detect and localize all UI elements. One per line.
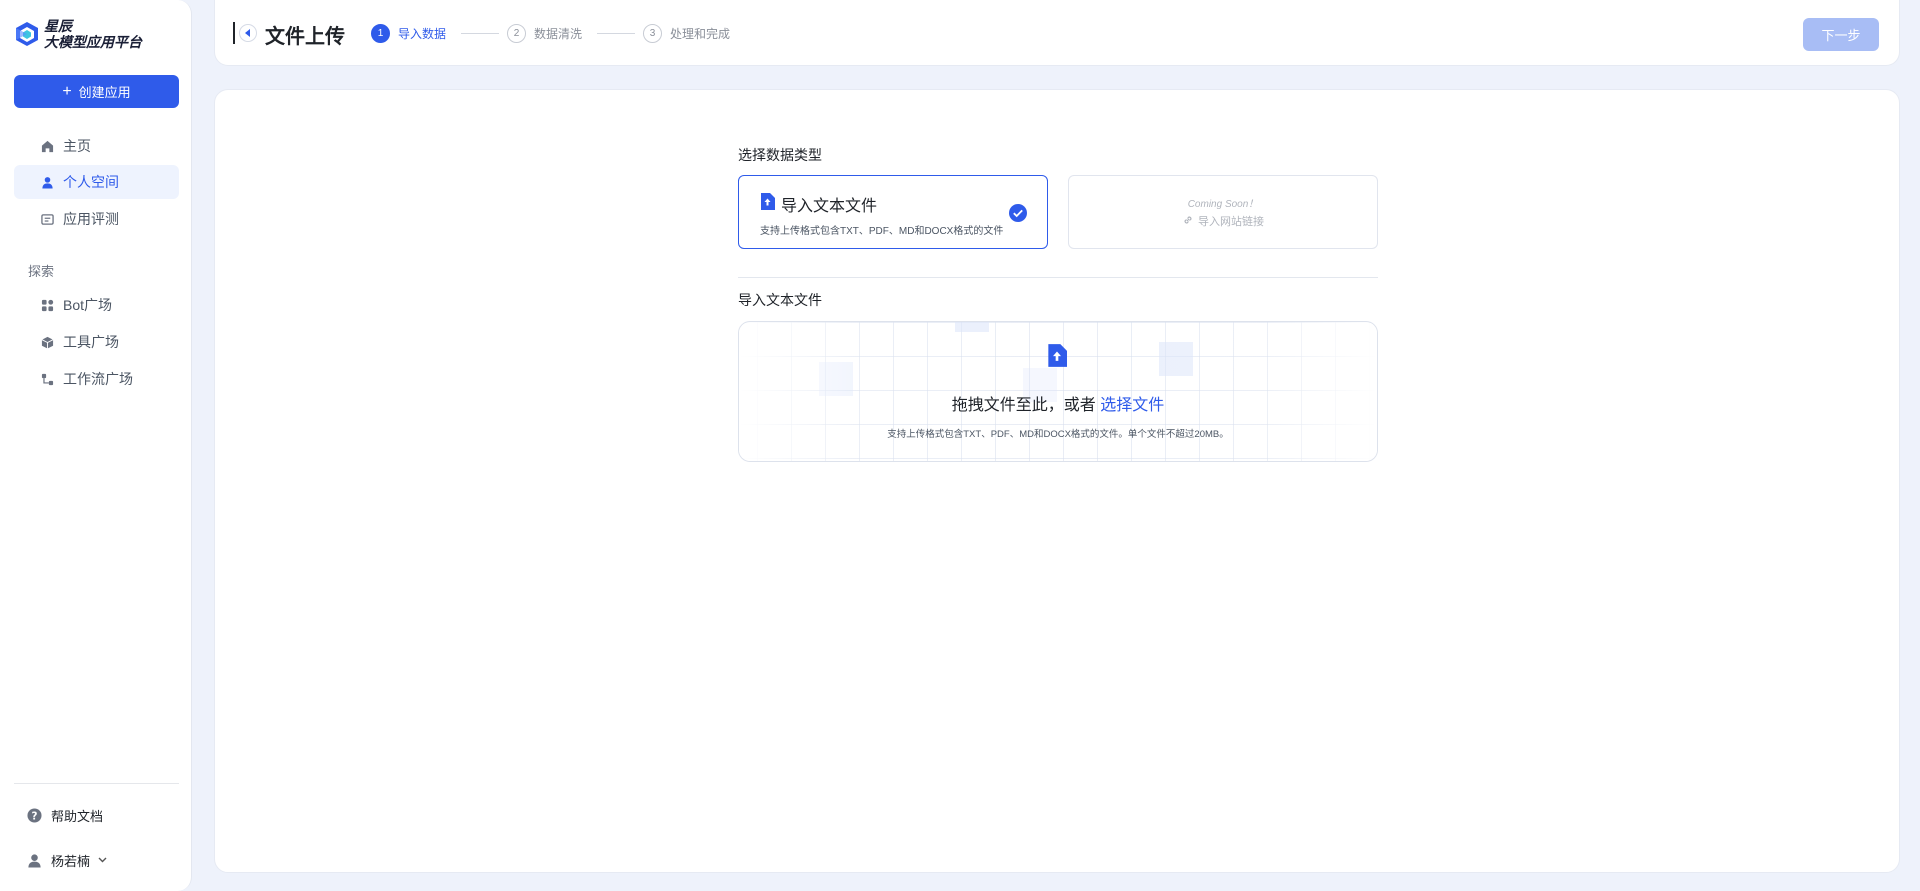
sidebar-item-label: 工具广场 — [63, 334, 119, 350]
import-text-file-label: 导入文本文件 — [738, 292, 822, 308]
user-icon — [40, 175, 54, 189]
step-connector — [597, 33, 635, 34]
logo-text: 星辰 大模型应用平台 — [44, 18, 142, 50]
file-upload-icon — [760, 193, 775, 215]
sidebar-item-label: Bot广场 — [63, 297, 113, 313]
dropzone-hint: 支持上传格式包含TXT、PDF、MD和DOCX格式的文件。单个文件不超过20MB… — [887, 429, 1229, 440]
create-app-label: 创建应用 — [78, 85, 131, 100]
user-menu[interactable]: 杨若楠 — [26, 851, 107, 870]
logo[interactable]: 星辰 大模型应用平台 — [14, 18, 142, 50]
help-icon: ? — [26, 808, 42, 824]
website-link-card-title-text: 导入网站链接 — [1198, 216, 1264, 228]
chevron-down-icon — [98, 855, 107, 866]
sidebar-item-home[interactable]: 主页 — [14, 129, 179, 163]
create-app-button[interactable]: + 创建应用 — [14, 75, 179, 108]
step-number: 1 — [371, 24, 390, 43]
logo-mark-icon — [16, 22, 38, 46]
next-step-button[interactable]: 下一步 — [1803, 18, 1879, 51]
step-number: 3 — [643, 24, 662, 43]
sidebar-item-label: 主页 — [63, 138, 91, 154]
step-import-data: 1 导入数据 — [371, 24, 446, 43]
sidebar-item-bot-square[interactable]: Bot广场 — [14, 288, 179, 322]
check-circle-icon — [1009, 204, 1027, 227]
select-file-link[interactable]: 选择文件 — [1100, 397, 1164, 414]
step-data-cleaning: 2 数据清洗 — [507, 24, 582, 43]
link-icon — [1182, 214, 1194, 229]
text-file-card-title-text: 导入文本文件 — [781, 198, 878, 215]
home-icon — [40, 139, 54, 153]
sidebar-item-personal-space[interactable]: 个人空间 — [14, 165, 179, 199]
help-docs-label: 帮助文档 — [51, 809, 104, 824]
explore-section-label: 探索 — [28, 264, 55, 279]
website-link-type-card: Coming Soon！ 导入网站链接 — [1068, 175, 1378, 249]
help-docs-link[interactable]: ? 帮助文档 — [26, 806, 103, 825]
text-file-card-desc: 支持上传格式包含TXT、PDF、MD和DOCX格式的文件 — [760, 226, 1004, 237]
svg-text:?: ? — [31, 810, 37, 822]
coming-soon-text: Coming Soon！ — [1187, 199, 1259, 210]
evaluation-icon — [40, 212, 54, 226]
dropzone-prompt-text: 拖拽文件至此，或者 — [951, 397, 1096, 414]
file-dropzone[interactable]: 拖拽文件至此，或者 选择文件 支持上传格式包含TXT、PDF、MD和DOCX格式… — [738, 321, 1378, 462]
step-label: 处理和完成 — [670, 27, 731, 41]
upload-form: 选择数据类型 导入文本文件 支持上传格式包含TXT、PDF、MD和DOCX格式的… — [738, 145, 1378, 462]
avatar — [26, 853, 42, 869]
step-number: 2 — [507, 24, 526, 43]
logo-line-1: 星辰 — [44, 18, 72, 34]
sidebar-item-tool-square[interactable]: 工具广场 — [14, 325, 179, 359]
logo-line-2: 大模型应用平台 — [44, 34, 142, 50]
page-title: 文件上传 — [265, 26, 345, 48]
text-file-type-card[interactable]: 导入文本文件 支持上传格式包含TXT、PDF、MD和DOCX格式的文件 — [738, 175, 1048, 249]
sidebar-item-evaluation[interactable]: 应用评测 — [14, 202, 179, 236]
main-panel: 选择数据类型 导入文本文件 支持上传格式包含TXT、PDF、MD和DOCX格式的… — [214, 89, 1900, 873]
back-arrow-icon — [239, 24, 257, 42]
step-label: 数据清洗 — [534, 27, 583, 41]
sidebar-item-label: 工作流广场 — [63, 371, 133, 387]
user-name: 杨若楠 — [51, 854, 91, 869]
step-label: 导入数据 — [398, 27, 447, 41]
title-accent-bar — [233, 22, 235, 44]
website-link-card-title: 导入网站链接 — [1069, 213, 1377, 229]
sidebar-item-workflow-square[interactable]: 工作流广场 — [14, 362, 179, 396]
back-button[interactable] — [233, 22, 257, 44]
workflow-icon — [40, 372, 54, 386]
select-type-label: 选择数据类型 — [738, 147, 822, 163]
file-upload-icon — [1047, 344, 1067, 372]
step-process-complete: 3 处理和完成 — [643, 24, 730, 43]
cube-icon — [40, 335, 54, 349]
sidebar-item-label: 应用评测 — [63, 211, 119, 227]
section-divider — [738, 277, 1378, 278]
text-file-card-title: 导入文本文件 — [760, 192, 877, 216]
sidebar-divider — [14, 783, 179, 784]
dropzone-prompt: 拖拽文件至此，或者 选择文件 — [739, 391, 1377, 415]
sidebar: 星辰 大模型应用平台 + 创建应用 主页 个人空间 应用评测 探索 Bot广场 — [0, 0, 192, 891]
sidebar-item-label: 个人空间 — [63, 174, 119, 190]
step-connector — [461, 33, 499, 34]
data-type-options: 导入文本文件 支持上传格式包含TXT、PDF、MD和DOCX格式的文件 Comi… — [738, 175, 1378, 249]
grid-icon — [40, 298, 54, 312]
plus-icon: + — [62, 82, 72, 100]
page-header: 文件上传 1 导入数据 2 数据清洗 3 处理和完成 下一步 — [214, 0, 1900, 66]
